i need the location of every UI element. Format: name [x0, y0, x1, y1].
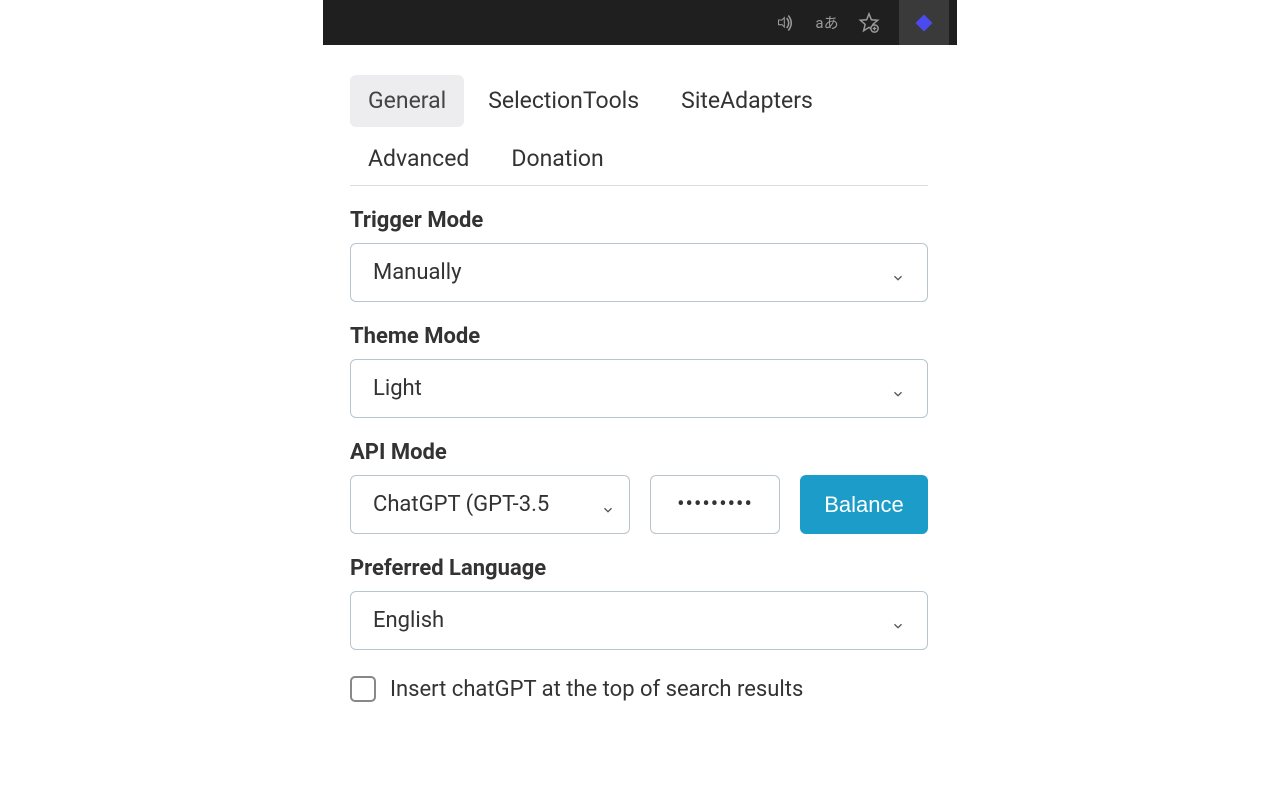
- api-mode-row: ChatGPT (GPT-3.5 ••••••••• Balance: [350, 475, 928, 534]
- browser-toolbar: aあ: [323, 0, 957, 45]
- select-api-mode-value: ChatGPT (GPT-3.5: [373, 492, 549, 517]
- label-theme-mode: Theme Mode: [350, 324, 928, 349]
- tab-selection-tools[interactable]: SelectionTools: [470, 75, 657, 127]
- label-preferred-language: Preferred Language: [350, 556, 928, 581]
- tab-donation[interactable]: Donation: [493, 133, 621, 185]
- select-trigger-mode-value: Manually: [373, 260, 462, 285]
- chevron-down-icon: [601, 498, 615, 512]
- select-preferred-language-value: English: [373, 608, 444, 633]
- checkbox-insert-top-row: Insert chatGPT at the top of search resu…: [350, 676, 928, 702]
- tab-site-adapters[interactable]: SiteAdapters: [663, 75, 831, 127]
- tab-advanced[interactable]: Advanced: [350, 133, 487, 185]
- label-api-mode: API Mode: [350, 440, 928, 465]
- extension-button[interactable]: [899, 0, 949, 45]
- select-theme-mode-value: Light: [373, 376, 422, 401]
- checkbox-insert-top-label: Insert chatGPT at the top of search resu…: [390, 677, 803, 702]
- checkbox-insert-top[interactable]: [350, 676, 376, 702]
- chevron-down-icon: [891, 614, 905, 628]
- translate-icon[interactable]: aあ: [815, 11, 839, 35]
- select-trigger-mode[interactable]: Manually: [350, 243, 928, 302]
- select-theme-mode[interactable]: Light: [350, 359, 928, 418]
- settings-panel: General SelectionTools SiteAdapters Adva…: [350, 75, 928, 702]
- section-api-mode: API Mode ChatGPT (GPT-3.5 ••••••••• Bala…: [350, 440, 928, 534]
- tabs-row: General SelectionTools SiteAdapters Adva…: [350, 75, 928, 186]
- label-trigger-mode: Trigger Mode: [350, 208, 928, 233]
- section-theme-mode: Theme Mode Light: [350, 324, 928, 418]
- select-api-mode[interactable]: ChatGPT (GPT-3.5: [350, 475, 630, 534]
- section-trigger-mode: Trigger Mode Manually: [350, 208, 928, 302]
- balance-button[interactable]: Balance: [800, 475, 928, 534]
- favorites-icon[interactable]: [857, 11, 881, 35]
- select-preferred-language[interactable]: English: [350, 591, 928, 650]
- api-key-input[interactable]: •••••••••: [650, 475, 780, 534]
- read-aloud-icon[interactable]: [773, 11, 797, 35]
- chevron-down-icon: [891, 382, 905, 396]
- section-preferred-language: Preferred Language English: [350, 556, 928, 650]
- chevron-down-icon: [891, 266, 905, 280]
- tab-general[interactable]: General: [350, 75, 464, 127]
- extension-icon: [916, 14, 933, 31]
